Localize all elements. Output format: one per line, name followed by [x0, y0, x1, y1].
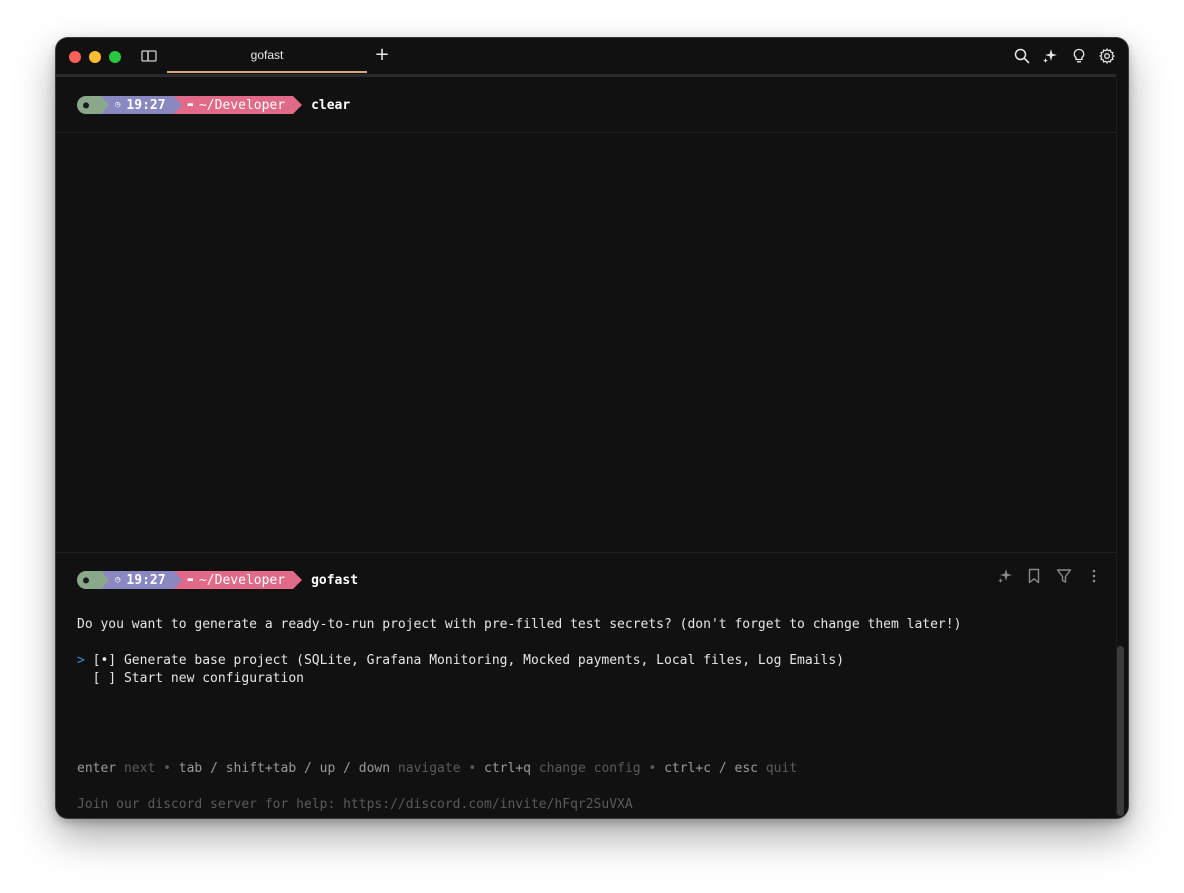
folder-icon: ▬: [187, 100, 193, 110]
os-segment: ●: [77, 571, 109, 589]
lightbulb-icon[interactable]: [1071, 48, 1087, 64]
option-start-new[interactable]: [ ] Start new configuration: [77, 671, 304, 686]
prompt-directory: ~/Developer: [198, 97, 286, 113]
title-bar: gofast +: [56, 38, 1128, 74]
option-label: Generate base project (SQLite, Grafana M…: [123, 653, 845, 668]
filter-icon[interactable]: [1056, 568, 1072, 584]
time-segment: ◷ 19:27: [101, 571, 182, 589]
block-divider: [56, 552, 1116, 553]
option-checkbox: [ ]: [92, 671, 117, 686]
clock-icon: ◷: [115, 100, 121, 110]
title-bar-separator: [56, 74, 1116, 77]
bookmark-icon[interactable]: [1026, 568, 1042, 584]
prompt-time: 19:27: [126, 572, 166, 588]
active-tab-indicator: [167, 71, 367, 73]
ai-sparkle-icon[interactable]: [1042, 48, 1058, 64]
question-text: Do you want to generate a ready-to-run p…: [77, 617, 962, 632]
more-vertical-icon[interactable]: [1086, 568, 1102, 584]
directory-segment: ▬ ~/Developer: [173, 96, 294, 114]
prompt-directory: ~/Developer: [198, 572, 286, 588]
terminal-window: gofast + ● ◷ 19:27 ▬ ~/Developer clear ●…: [56, 38, 1128, 818]
directory-segment: ▬ ~/Developer: [173, 571, 294, 589]
clock-icon: ◷: [115, 575, 121, 585]
prompt-block-2: ● ◷ 19:27 ▬ ~/Developer gofast: [77, 571, 358, 589]
os-segment: ●: [77, 96, 109, 114]
prompt-block-1: ● ◷ 19:27 ▬ ~/Developer clear: [77, 96, 350, 114]
prompt-time: 19:27: [126, 97, 166, 113]
search-icon[interactable]: [1014, 48, 1030, 64]
sidebar-toggle-icon[interactable]: [141, 49, 157, 63]
tab-title: gofast: [250, 48, 284, 62]
settings-gear-icon[interactable]: [1099, 48, 1115, 64]
help-bar: enter next • tab / shift+tab / up / down…: [77, 761, 798, 776]
apple-icon: ●: [83, 99, 90, 111]
folder-icon: ▬: [187, 575, 193, 585]
maximize-window-button[interactable]: [109, 51, 121, 63]
ai-sparkle-icon[interactable]: [997, 568, 1013, 584]
apple-icon: ●: [83, 574, 90, 586]
new-tab-button[interactable]: +: [374, 46, 390, 64]
time-segment: ◷ 19:27: [101, 96, 182, 114]
selection-cursor: >: [77, 653, 85, 668]
minimize-window-button[interactable]: [89, 51, 101, 63]
tab-gofast[interactable]: gofast: [167, 38, 367, 72]
scrollbar[interactable]: [1117, 646, 1124, 816]
command-text: clear: [311, 97, 351, 113]
option-label: Start new configuration: [123, 671, 304, 686]
option-generate-base[interactable]: > [•] Generate base project (SQLite, Gra…: [77, 653, 844, 668]
close-window-button[interactable]: [69, 51, 81, 63]
discord-help-text: Join our discord server for help: https:…: [77, 797, 633, 812]
command-text: gofast: [311, 572, 359, 588]
block-divider: [56, 132, 1116, 133]
option-checkbox: [•]: [92, 653, 117, 668]
